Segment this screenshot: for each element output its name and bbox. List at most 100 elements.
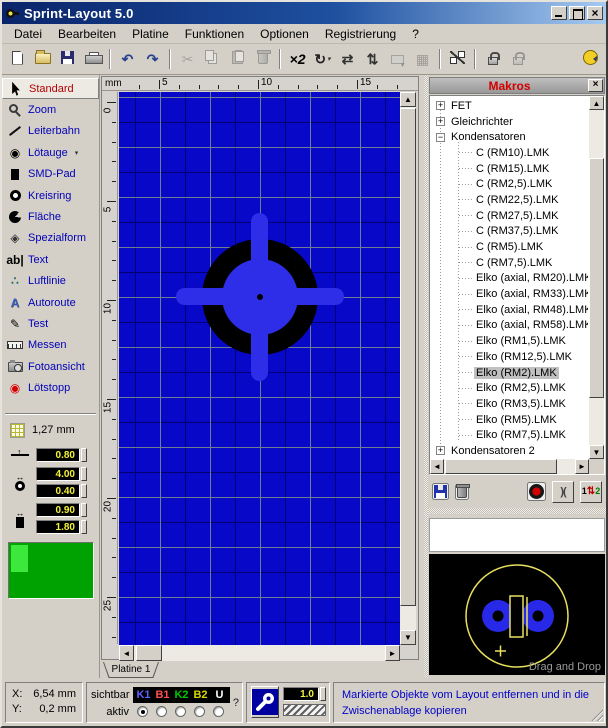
day-night-button[interactable]: [578, 47, 603, 71]
track-style-button[interactable]: [251, 686, 279, 718]
tree-expander-icon[interactable]: +: [436, 101, 445, 111]
tree-item[interactable]: Elko (RM2).LMK: [431, 365, 588, 381]
tree-expander-icon[interactable]: +: [436, 117, 445, 127]
layer-k2-indicator[interactable]: K2: [172, 689, 191, 701]
layer-help[interactable]: ?: [233, 697, 239, 709]
smd-size-value[interactable]: 1.80: [36, 519, 80, 534]
tree-item[interactable]: Elko (RM2,5).LMK: [431, 380, 588, 396]
tool-loetauge[interactable]: ◉ Lötauge ▾: [2, 142, 99, 163]
board-overview[interactable]: [8, 542, 94, 599]
pad-size-value[interactable]: 4.00: [36, 466, 80, 481]
minimize-button[interactable]: [551, 6, 567, 20]
canvas-horizontal-scrollbar[interactable]: ◄ ►: [119, 645, 400, 661]
save-button[interactable]: [55, 47, 80, 71]
tree-item[interactable]: C (RM15).LMK: [431, 161, 588, 177]
active-layer-radio-k2[interactable]: [175, 706, 186, 717]
tree-item[interactable]: Elko (RM3,5).LMK: [431, 396, 588, 412]
tree-item[interactable]: Elko (axial, RM58).LMK: [431, 318, 588, 334]
lock-button[interactable]: [480, 47, 505, 71]
mirror-macro-button[interactable]: )(: [552, 480, 574, 503]
scroll-up-icon[interactable]: ▲: [400, 92, 416, 107]
menu-item-bearbeiten[interactable]: Bearbeiten: [50, 25, 124, 43]
undo-button[interactable]: ↶: [115, 47, 140, 71]
menu-item-registrierung[interactable]: Registrierung: [317, 25, 404, 43]
macro-preview[interactable]: Drag and Drop: [429, 554, 605, 675]
rotate-button[interactable]: ↻ ▾: [310, 47, 335, 71]
menu-item-optionen[interactable]: Optionen: [252, 25, 317, 43]
active-layer-radio-k1[interactable]: [137, 706, 148, 717]
active-layer-radio-b1[interactable]: [156, 706, 167, 717]
pad-size-value[interactable]: 0.40: [36, 483, 80, 498]
scroll-up-icon[interactable]: ▲: [589, 96, 604, 110]
layer-b1-indicator[interactable]: B1: [153, 689, 172, 701]
canvas-vertical-scrollbar[interactable]: ▲ ▼: [400, 92, 416, 645]
delete-macro-button[interactable]: [455, 483, 470, 500]
tree-hscroll-thumb[interactable]: [445, 459, 557, 474]
tool-messen[interactable]: Messen: [2, 335, 99, 356]
close-button[interactable]: [587, 6, 603, 20]
vertical-scroll-thumb[interactable]: [400, 108, 416, 606]
open-button[interactable]: [30, 47, 55, 71]
tool-kreisring[interactable]: Kreisring: [2, 185, 99, 206]
connections-button[interactable]: [445, 47, 470, 71]
tree-item[interactable]: C (RM37,5).LMK: [431, 224, 588, 240]
swap-layers-button[interactable]: 1⇅2: [580, 480, 602, 503]
smd-size-stepper[interactable]: [81, 519, 87, 534]
scroll-down-icon[interactable]: ▼: [400, 630, 416, 645]
tool-flaeche[interactable]: Fläche: [2, 206, 99, 227]
board-tab[interactable]: Platine 1: [103, 662, 159, 678]
tool-text[interactable]: ab| Text: [2, 249, 99, 270]
layer-u-indicator[interactable]: U: [210, 689, 229, 701]
scroll-left-icon[interactable]: ◄: [430, 459, 444, 474]
new-button[interactable]: [5, 47, 30, 71]
dropdown-arrow-icon[interactable]: ▾: [327, 55, 331, 63]
track-width-stepper[interactable]: [81, 447, 87, 462]
menu-item-platine[interactable]: Platine: [124, 25, 177, 43]
tool-autoroute[interactable]: A Autoroute: [2, 292, 99, 313]
menu-item-?[interactable]: ?: [404, 25, 427, 43]
layer-k1-indicator[interactable]: K1: [134, 689, 153, 701]
tree-item[interactable]: Elko (axial, RM33).LMK: [431, 286, 588, 302]
tree-item[interactable]: Elko (RM7,5).LMK: [431, 427, 588, 443]
tree-item[interactable]: Elko (RM1,5).LMK: [431, 333, 588, 349]
tool-smd-pad[interactable]: SMD-Pad: [2, 164, 99, 185]
tree-item[interactable]: C (RM10).LMK: [431, 145, 588, 161]
tree-item[interactable]: Elko (RM5).LMK: [431, 412, 588, 428]
layout-canvas[interactable]: [119, 92, 400, 645]
smd-size-value[interactable]: 0.90: [36, 502, 80, 517]
tool-spezialform[interactable]: ◈ Spezialform: [2, 228, 99, 249]
tool-zoom[interactable]: Zoom: [2, 99, 99, 120]
tree-item[interactable]: + Gleichrichter: [431, 114, 588, 130]
tree-item[interactable]: + FET: [431, 98, 588, 114]
active-layer-radio-b2[interactable]: [194, 706, 205, 717]
track-width-value[interactable]: 0.80: [36, 447, 80, 462]
tree-item[interactable]: − Kondensatoren: [431, 129, 588, 145]
duplicate-button[interactable]: ×2: [285, 47, 310, 71]
tree-horizontal-scrollbar[interactable]: ◄ ►: [430, 459, 589, 474]
tree-vscroll-thumb[interactable]: [589, 158, 604, 398]
fill-pattern-swatch[interactable]: [283, 704, 326, 716]
tree-expander-icon[interactable]: −: [436, 132, 445, 142]
resize-grip[interactable]: [590, 708, 603, 721]
track-width-value[interactable]: 1.0: [283, 687, 319, 701]
tool-test[interactable]: ✎ Test: [2, 313, 99, 334]
tree-item[interactable]: + Kondensatoren 2: [431, 443, 588, 458]
tool-leiterbahn[interactable]: Leiterbahn: [2, 121, 99, 142]
mirror-horizontal-button[interactable]: ⇄: [335, 47, 360, 71]
save-macro-button[interactable]: [432, 483, 449, 500]
active-layer-radio-u[interactable]: [213, 706, 224, 717]
dropdown-arrow-icon[interactable]: ▾: [75, 149, 79, 157]
menu-item-funktionen[interactable]: Funktionen: [177, 25, 252, 43]
tree-vertical-scrollbar[interactable]: ▲ ▼: [589, 96, 604, 459]
scroll-down-icon[interactable]: ▼: [589, 445, 604, 459]
tool-fotoansicht[interactable]: Fotoansicht: [2, 356, 99, 377]
tree-item[interactable]: C (RM22,5).LMK: [431, 192, 588, 208]
maximize-button[interactable]: [569, 6, 585, 20]
tree-expander-icon[interactable]: +: [436, 446, 445, 456]
pad-size-stepper[interactable]: [81, 483, 87, 498]
layer-b2-indicator[interactable]: B2: [191, 689, 210, 701]
scroll-right-icon[interactable]: ►: [385, 645, 400, 661]
grid-setting[interactable]: 1,27 mm: [10, 422, 99, 438]
preview-splitter[interactable]: [428, 508, 606, 514]
menu-item-datei[interactable]: Datei: [6, 25, 50, 43]
